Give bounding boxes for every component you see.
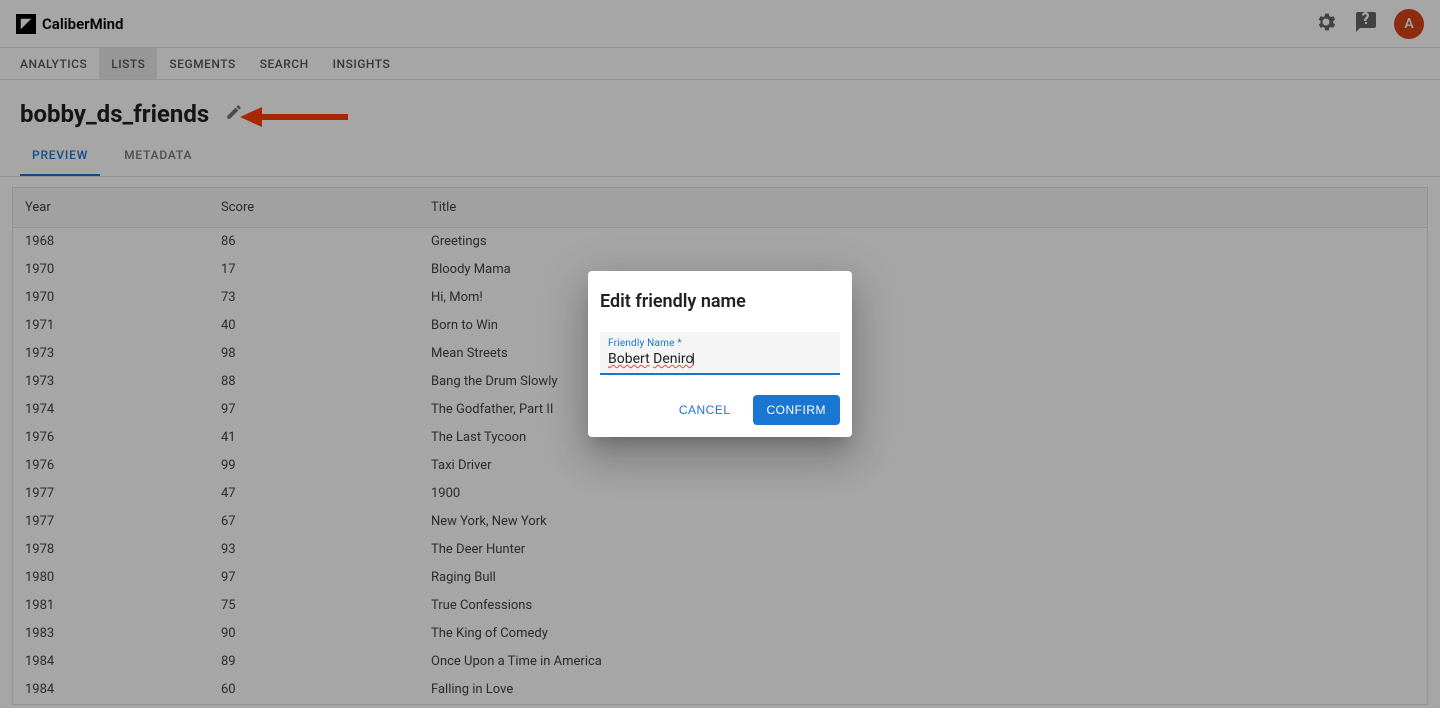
- text-caret: |: [692, 351, 695, 367]
- friendly-name-field[interactable]: Friendly Name * Bobert Deniro|: [600, 332, 840, 375]
- modal-title: Edit friendly name: [600, 291, 840, 332]
- confirm-button[interactable]: CONFIRM: [753, 395, 841, 425]
- friendly-name-input[interactable]: Bobert Deniro|: [608, 349, 832, 369]
- edit-friendly-name-modal: Edit friendly name Friendly Name * Bober…: [588, 271, 852, 437]
- cancel-button[interactable]: CANCEL: [665, 395, 745, 425]
- modal-overlay[interactable]: Edit friendly name Friendly Name * Bober…: [0, 0, 1440, 708]
- field-label: Friendly Name *: [608, 338, 832, 349]
